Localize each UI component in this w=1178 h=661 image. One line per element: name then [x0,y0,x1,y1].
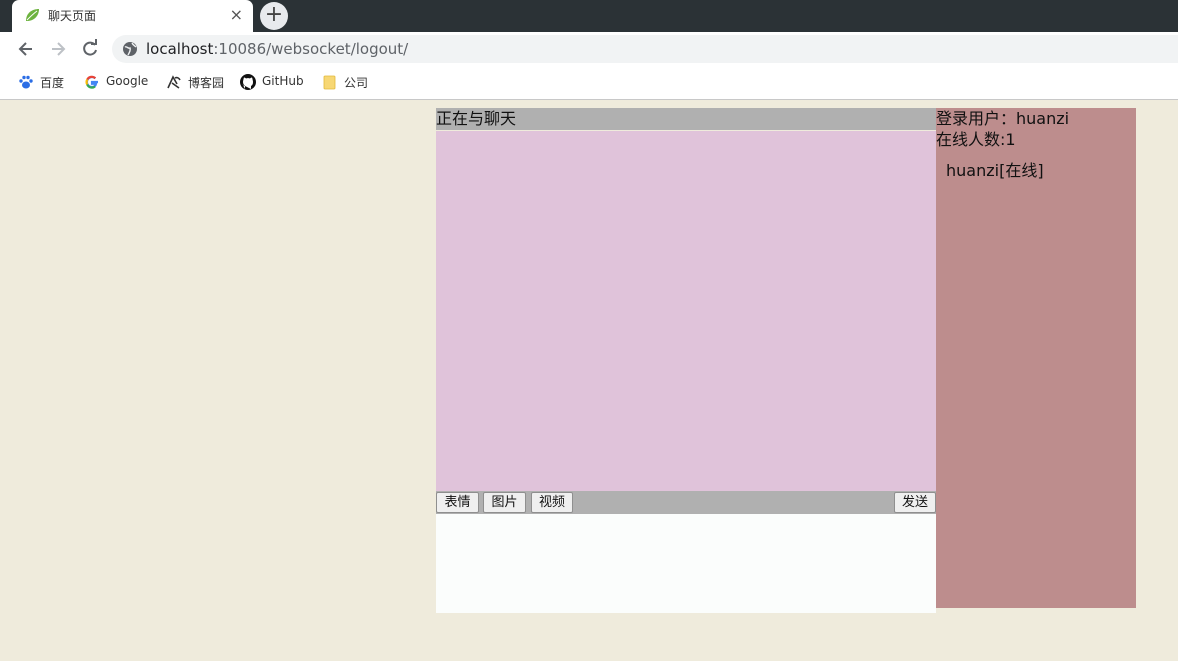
bookmarks-bar: 百度 Google 博客园 GitHub 公司 [0,66,1178,100]
address-bar[interactable]: localhost:10086/websocket/logout/ [112,35,1178,63]
url-text: localhost:10086/websocket/logout/ [146,40,408,58]
github-icon [240,74,256,90]
online-user-item[interactable]: huanzi[在线] [946,161,1044,181]
forward-arrow-icon[interactable] [48,39,68,59]
globe-icon [123,42,137,56]
chat-panel: 正在与聊天 表情 图片 视频 发送 [436,108,936,613]
online-count-label: 在线人数:1 [936,130,1016,149]
chat-header: 正在与聊天 [436,108,936,130]
bookmark-label: Google [106,74,149,88]
url-path: :10086/websocket/logout/ [213,40,409,58]
bookmark-label: 百度 [40,76,65,90]
video-button[interactable]: 视频 [531,492,573,513]
message-input[interactable] [436,514,936,613]
chat-toolbar: 表情 图片 视频 发送 [436,491,936,514]
online-sidebar: 登录用户：huanzi 在线人数:1 huanzi[在线] [936,108,1136,608]
folder-icon [323,75,336,90]
url-host: localhost [146,40,214,58]
bookmark-label: GitHub [262,74,304,88]
browser-toolbar: localhost:10086/websocket/logout/ [0,32,1178,66]
browser-tab[interactable]: 聊天页面 × [12,0,253,32]
emoji-button[interactable]: 表情 [436,492,479,513]
login-user-label: 登录用户：huanzi [936,109,1070,128]
close-tab-icon[interactable]: × [230,5,243,25]
tab-strip: 聊天页面 × + [0,0,1178,32]
message-area[interactable] [436,131,936,491]
send-button[interactable]: 发送 [894,492,936,513]
back-arrow-icon[interactable] [16,39,36,59]
bookmark-label: 博客园 [188,76,225,90]
spring-leaf-icon [26,9,39,21]
google-g-icon [85,75,98,89]
baidu-paw-icon [19,75,33,89]
tab-title: 聊天页面 [48,9,97,23]
bookmark-label: 公司 [344,76,369,90]
new-tab-button[interactable]: + [260,2,288,30]
cnblogs-icon [167,75,181,89]
image-button[interactable]: 图片 [483,492,526,513]
reload-icon[interactable] [80,39,100,59]
